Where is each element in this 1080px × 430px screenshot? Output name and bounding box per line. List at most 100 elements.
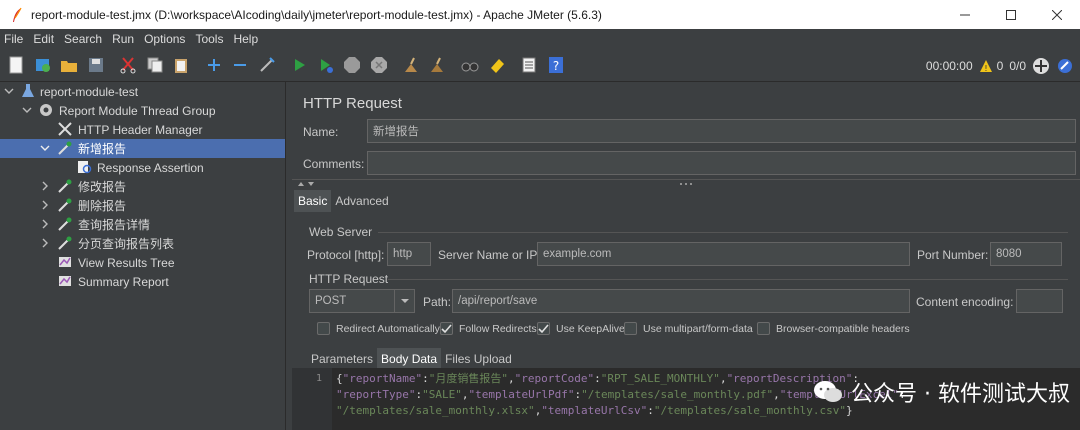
redirect-automatically-checkbox[interactable]: Redirect Automatically [317, 322, 440, 335]
search-button[interactable] [459, 54, 481, 76]
folder-open-icon [61, 61, 77, 72]
copy-button[interactable] [144, 54, 166, 76]
collapse-all-button[interactable] [229, 54, 251, 76]
menu-tools[interactable]: Tools [190, 29, 228, 49]
tree-node-sampler-modify-report[interactable]: 修改报告 [0, 177, 285, 196]
shutdown-icon [370, 57, 387, 73]
tree-node-view-results-tree[interactable]: View Results Tree [0, 253, 285, 272]
use-keepalive-checkbox[interactable]: Use KeepAlive [537, 322, 625, 335]
method-select[interactable]: POST [309, 289, 415, 313]
tab-files-upload[interactable]: Files Upload [441, 348, 516, 370]
start-button[interactable] [288, 54, 310, 76]
menu-file[interactable]: File [0, 29, 28, 49]
clear-button[interactable] [400, 54, 422, 76]
tree-node-header-manager[interactable]: HTTP Header Manager [0, 120, 285, 139]
chevron-down-icon[interactable] [22, 105, 32, 115]
tree-node-response-assertion[interactable]: Response Assertion [0, 158, 285, 177]
shutdown-button[interactable] [368, 54, 390, 76]
code-token: "RPT_SALE_MONTHLY" [600, 372, 720, 385]
menu-help[interactable]: Help [228, 29, 263, 49]
port-input[interactable]: 8080 [990, 242, 1062, 266]
reset-search-button[interactable] [486, 54, 508, 76]
warning-count: 0 [996, 58, 1004, 73]
tree-node-sampler-report-detail[interactable]: 查询报告详情 [0, 215, 285, 234]
paste-button[interactable] [170, 54, 192, 76]
log-viewer-icon[interactable] [1056, 57, 1074, 75]
stop-icon [344, 57, 360, 73]
server-label: Server Name or IP: [438, 248, 541, 262]
path-input[interactable]: /api/report/save [452, 289, 910, 313]
code-token: "/templates/sale_monthly.xlsx" [336, 404, 535, 417]
tab-basic[interactable]: Basic [294, 190, 332, 212]
comments-input[interactable] [367, 151, 1076, 175]
tree-node-sampler-report-list[interactable]: 分页查询报告列表 [0, 234, 285, 253]
code-token: , [507, 372, 515, 385]
server-input[interactable]: example.com [537, 242, 910, 266]
splitter[interactable] [292, 179, 1080, 187]
encoding-input[interactable] [1016, 289, 1063, 313]
menu-edit[interactable]: Edit [28, 29, 59, 49]
binoculars-icon [461, 62, 479, 72]
tree-node-sampler-add-report[interactable]: 新增报告 [0, 139, 285, 158]
group-divider [388, 279, 1068, 280]
menu-search[interactable]: Search [59, 29, 107, 49]
chevron-right-icon[interactable] [40, 219, 50, 229]
expand-all-button[interactable] [203, 54, 225, 76]
help-button[interactable]: ? [545, 54, 567, 76]
new-button[interactable] [5, 54, 27, 76]
checkbox-box[interactable] [317, 322, 330, 335]
menu-run[interactable]: Run [107, 29, 139, 49]
function-helper-button[interactable] [518, 54, 540, 76]
start-no-pauses-button[interactable] [315, 54, 337, 76]
chevron-right-icon[interactable] [40, 238, 50, 248]
name-input[interactable]: 新增报告 [367, 119, 1076, 143]
tab-parameters[interactable]: Parameters [307, 348, 377, 370]
close-button[interactable] [1034, 0, 1080, 29]
tree-label: 查询报告详情 [78, 218, 151, 232]
code-token: "SALE" [422, 388, 462, 401]
browser-compatible-headers-checkbox[interactable]: Browser-compatible headers [757, 322, 910, 335]
protocol-input[interactable]: http [387, 242, 431, 266]
follow-redirects-checkbox[interactable]: Follow Redirects [440, 322, 537, 335]
tree-node-sampler-delete-report[interactable]: 删除报告 [0, 196, 285, 215]
maximize-button[interactable] [988, 0, 1034, 29]
checkbox-box[interactable] [440, 322, 453, 335]
clear-all-button[interactable] [427, 54, 449, 76]
pipette-icon [58, 198, 72, 212]
warning-icon[interactable]: ! [979, 59, 993, 73]
checkbox-box[interactable] [757, 322, 770, 335]
menu-options[interactable]: Options [139, 29, 190, 49]
tree-node-test-plan[interactable]: report-module-test [0, 82, 285, 101]
play-no-pause-icon [320, 59, 333, 73]
check-mark-icon [441, 324, 452, 334]
plus-icon [207, 59, 220, 71]
tab-body-data[interactable]: Body Data [377, 348, 442, 370]
open-button[interactable] [58, 54, 80, 76]
web-server-group-title: Web Server [309, 225, 373, 239]
tab-advanced[interactable]: Advanced [331, 190, 392, 212]
tree-label: 修改报告 [78, 180, 127, 194]
code-token: "templateUrlPdf" [468, 388, 575, 401]
drag-handle-icon[interactable] [679, 181, 693, 187]
checkbox-box[interactable] [537, 322, 550, 335]
maximize-icon [1006, 9, 1016, 20]
code-token: "/templates/sale_monthly.pdf" [581, 388, 774, 401]
tree-node-thread-group[interactable]: Report Module Thread Group [0, 101, 285, 120]
tree-label: Response Assertion [97, 160, 204, 175]
chevron-down-icon[interactable] [4, 86, 14, 96]
chevron-down-icon[interactable] [40, 143, 50, 153]
chevron-right-icon[interactable] [40, 200, 50, 210]
checkbox-box[interactable] [624, 322, 637, 335]
cut-button[interactable] [117, 54, 139, 76]
toggle-button[interactable] [256, 54, 278, 76]
chevron-right-icon[interactable] [40, 181, 50, 191]
save-button[interactable] [85, 54, 107, 76]
splitter-arrows-icon[interactable] [296, 180, 316, 188]
watermark: 公众号 · 软件测试大叔 [813, 376, 1070, 408]
stop-button[interactable] [341, 54, 363, 76]
tree-node-summary-report[interactable]: Summary Report [0, 272, 285, 291]
remote-start-icon[interactable] [1032, 57, 1050, 75]
minimize-button[interactable] [942, 0, 988, 29]
use-multipart-checkbox[interactable]: Use multipart/form-data [624, 322, 753, 335]
templates-button[interactable] [32, 54, 54, 76]
